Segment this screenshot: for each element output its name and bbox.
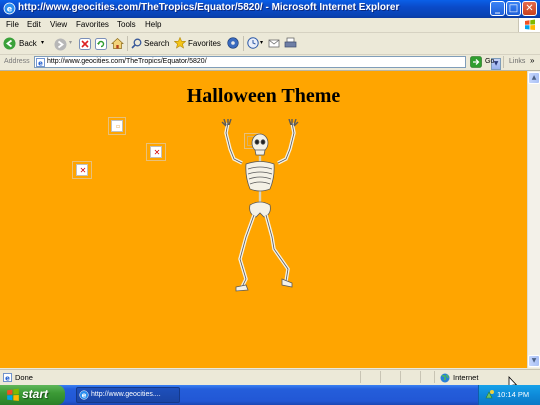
window-title: http://www.geocities.com/TheTropics/Equa… [18,2,400,13]
toolbar-separator [243,36,244,51]
vertical-scrollbar[interactable]: ▲ ▼ [527,71,540,368]
menu-view[interactable]: View [50,20,67,29]
page-heading: Halloween Theme [186,85,341,107]
address-input[interactable]: e http://www.geocities.com/TheTropics/Eq… [34,56,501,70]
menu-tools[interactable]: Tools [117,20,136,29]
ie-icon: e [3,2,16,15]
zone-text: Internet [453,373,479,382]
media-icon[interactable] [227,37,239,49]
address-label: Address [4,58,30,65]
forward-dropdown-icon[interactable]: ▾ [69,39,72,46]
taskbar: start e http://www.geocities.... 10:14 P… [0,385,540,405]
broken-image-icon: ✕ [76,164,88,176]
go-label: Go [485,58,495,65]
search-label: Search [144,39,170,48]
scroll-up-button[interactable]: ▲ [528,72,540,84]
svg-text:e: e [38,60,43,68]
menu-favorites[interactable]: Favorites [76,20,109,29]
status-divider [380,371,381,383]
title-bar[interactable]: e http://www.geocities.com/TheTropics/Eq… [0,0,540,18]
print-icon[interactable] [284,37,297,49]
menu-help[interactable]: Help [145,20,161,29]
go-arrow-icon [470,56,482,68]
svg-text:e: e [82,392,87,400]
status-divider [360,371,361,383]
page-content: Halloween Theme ▫ ✕ ✕ [0,71,527,368]
history-icon[interactable] [247,37,259,49]
back-arrow-icon [3,37,16,50]
broken-image: ▫ [108,117,126,135]
search-icon [131,38,142,49]
back-dropdown-icon[interactable]: ▾ [41,39,44,46]
svg-text:e: e [5,375,10,383]
status-divider [434,371,435,383]
globe-icon [440,373,450,383]
status-bar: e Done Internet [0,369,540,385]
refresh-icon[interactable] [95,38,107,50]
toolbar-separator [127,36,128,51]
history-dropdown-icon[interactable]: ▾ [260,39,263,46]
links-label[interactable]: Links [509,58,525,65]
windows-logo-icon [7,388,19,401]
status-divider [400,371,401,383]
start-label: start [22,387,49,401]
status-text: Done [15,373,33,382]
minimize-button[interactable]: _ [490,1,505,16]
scroll-down-button[interactable]: ▼ [528,355,540,367]
home-icon[interactable] [111,37,124,50]
windows-flag-icon [525,19,535,30]
start-button[interactable]: start [0,385,65,405]
status-divider [420,371,421,383]
go-button[interactable]: Go [470,56,500,68]
ie-task-icon: e [79,390,89,400]
stop-icon[interactable] [79,38,91,50]
broken-image: ✕ [146,143,166,161]
star-icon [174,37,186,49]
broken-image-icon: ▫ [111,120,123,132]
page-icon: e [36,58,45,67]
menu-bar: File Edit View Favorites Tools Help [0,18,540,33]
close-button[interactable]: ✕ [522,1,537,16]
favorites-button[interactable]: Favorites [174,36,222,52]
forward-arrow-icon[interactable] [54,38,67,51]
network-tray-icon[interactable] [484,389,495,400]
windows-flag-logo [518,18,540,32]
taskbar-window-label: http://www.geocities.... [91,391,161,398]
clock: 10:14 PM [497,390,530,399]
links-chevron-icon[interactable]: » [530,56,534,65]
toolbar: Back ▾ ▾ Search Favorites ▾ [0,33,540,55]
page-done-icon: e [3,373,12,382]
search-button[interactable]: Search [131,36,171,52]
favorites-label: Favorites [188,39,221,48]
menu-file[interactable]: File [6,20,19,29]
address-url: http://www.geocities.com/TheTropics/Equa… [47,58,207,65]
skeleton-image [221,119,299,292]
taskbar-window-button[interactable]: e http://www.geocities.... [76,387,180,403]
system-tray: 10:14 PM [478,385,540,405]
broken-image-icon: ✕ [150,146,162,158]
toolbar-separator [503,56,504,68]
broken-image: ✕ [72,161,92,179]
back-label: Back [19,39,37,48]
mail-icon[interactable] [268,37,280,49]
svg-text:e: e [7,5,13,14]
menu-edit[interactable]: Edit [27,20,41,29]
address-bar: Address e http://www.geocities.com/TheTr… [0,55,540,71]
maximize-button[interactable]: □ [506,1,521,16]
